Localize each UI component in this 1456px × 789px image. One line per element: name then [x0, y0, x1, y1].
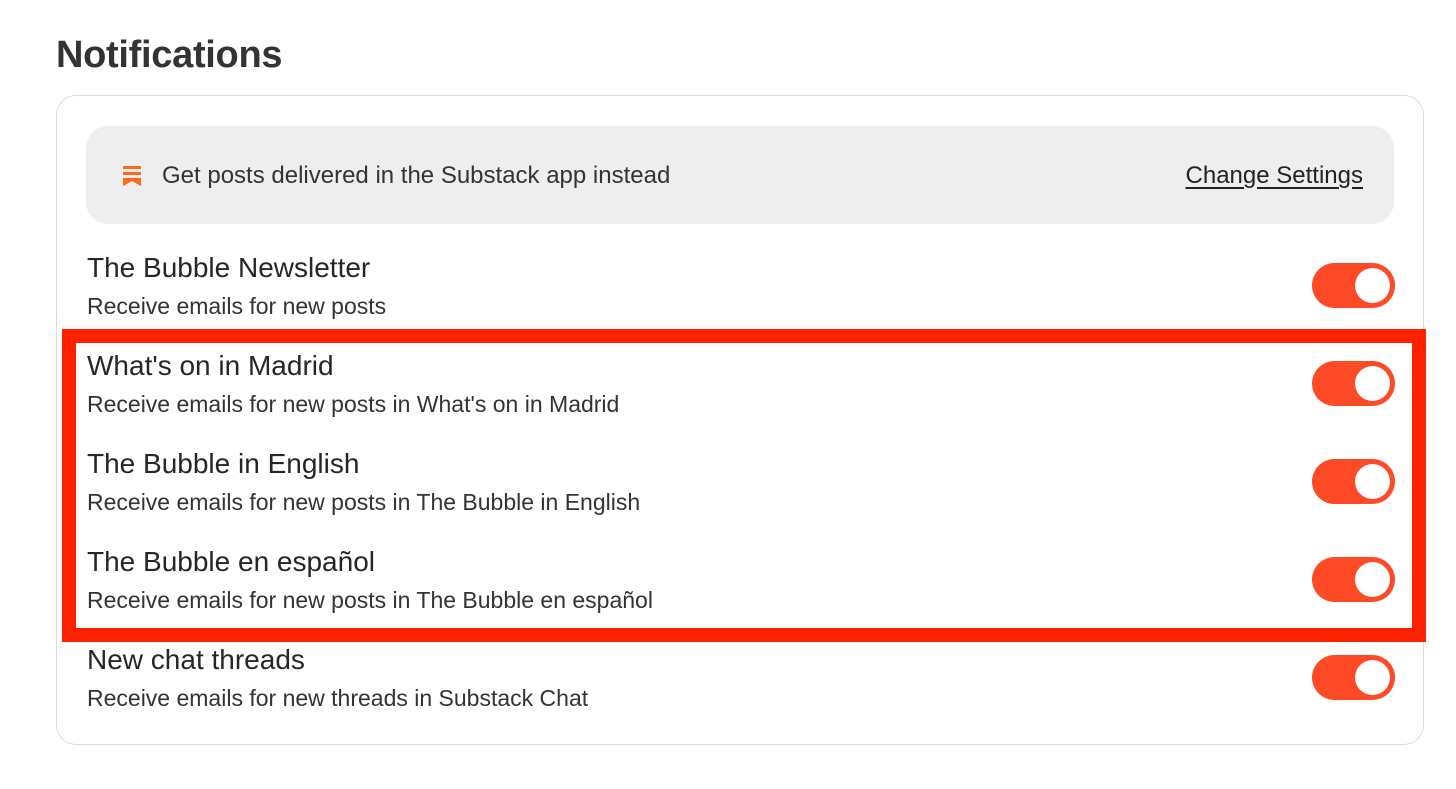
- toggle-knob: [1355, 562, 1390, 597]
- row-title: What's on in Madrid: [87, 350, 334, 381]
- banner-text: Get posts delivered in the Substack app …: [162, 162, 671, 189]
- notification-row-bubble-espanol: The Bubble en español Receive emails for…: [87, 544, 1395, 624]
- page-title: Notifications: [56, 34, 283, 76]
- row-description: Receive emails for new posts in The Bubb…: [87, 489, 641, 515]
- row-description: Receive emails for new posts in What's o…: [87, 391, 620, 417]
- toggle-knob: [1355, 660, 1390, 695]
- substack-bookmark-icon: [123, 166, 141, 186]
- row-title: The Bubble Newsletter: [87, 252, 371, 283]
- row-description: Receive emails for new threads in Substa…: [87, 685, 589, 711]
- notification-row-whats-on-madrid: What's on in Madrid Receive emails for n…: [87, 348, 1395, 428]
- toggle-switch[interactable]: [1312, 557, 1395, 602]
- toggle-switch[interactable]: [1312, 361, 1395, 406]
- toggle-knob: [1355, 464, 1390, 499]
- row-description: Receive emails for new posts in The Bubb…: [87, 587, 653, 613]
- change-settings-link[interactable]: Change Settings: [1186, 160, 1363, 192]
- row-description: Receive emails for new posts: [87, 293, 387, 319]
- row-title: New chat threads: [87, 644, 305, 675]
- toggle-switch[interactable]: [1312, 655, 1395, 700]
- row-title: The Bubble en español: [87, 546, 375, 577]
- toggle-switch[interactable]: [1312, 263, 1395, 308]
- toggle-knob: [1355, 366, 1390, 401]
- notification-row-chat-threads: New chat threads Receive emails for new …: [87, 642, 1395, 722]
- toggle-switch[interactable]: [1312, 459, 1395, 504]
- notification-row-bubble-newsletter: The Bubble Newsletter Receive emails for…: [87, 250, 1395, 330]
- notification-row-bubble-english: The Bubble in English Receive emails for…: [87, 446, 1395, 526]
- row-title: The Bubble in English: [87, 448, 360, 479]
- toggle-knob: [1355, 268, 1390, 303]
